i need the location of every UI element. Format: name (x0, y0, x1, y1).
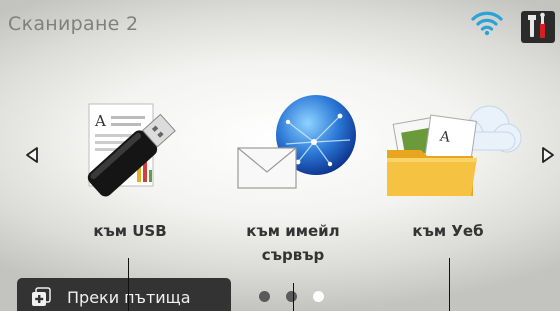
folder-cloud-icon: A (387, 105, 522, 196)
scan-to-web-button[interactable]: A към Уеб (373, 92, 523, 267)
usb-document-icon: A (87, 103, 176, 197)
svg-text:A: A (94, 112, 106, 130)
page-dot-3 (313, 291, 324, 302)
email-globe-icon (237, 95, 356, 189)
scan-to-email-server-button[interactable]: към имейл сървър (218, 92, 368, 267)
scan-to-email-label-line1: към имейл (246, 222, 340, 240)
previous-page-button[interactable] (24, 146, 40, 164)
scan-to-web-label: към Уеб (412, 222, 484, 240)
next-page-button[interactable] (540, 146, 556, 164)
scan-to-usb-label: към USB (93, 222, 167, 240)
shortcuts-button[interactable]: Преки пътища (17, 278, 231, 311)
scan-to-usb-button[interactable]: A към USB (55, 92, 205, 267)
wifi-icon (471, 11, 503, 36)
scan-to-email-label-line2: сървър (261, 246, 325, 264)
scan-to-email-label: към имейл сървър (218, 219, 368, 267)
page-indicator (259, 291, 329, 303)
screen-title: Сканиране 2 (8, 13, 139, 35)
settings-button[interactable] (521, 11, 555, 43)
tools-icon (528, 12, 545, 38)
callout-line (293, 283, 294, 311)
scan-screen: Сканиране 2 A към USB към имейл сървър A… (0, 0, 560, 311)
page-dot-2 (286, 291, 297, 302)
callout-line (128, 258, 129, 311)
top-bar: Сканиране 2 (0, 0, 560, 44)
add-shortcut-icon (32, 287, 51, 306)
callout-line (449, 258, 450, 311)
page-dot-1 (259, 291, 270, 302)
